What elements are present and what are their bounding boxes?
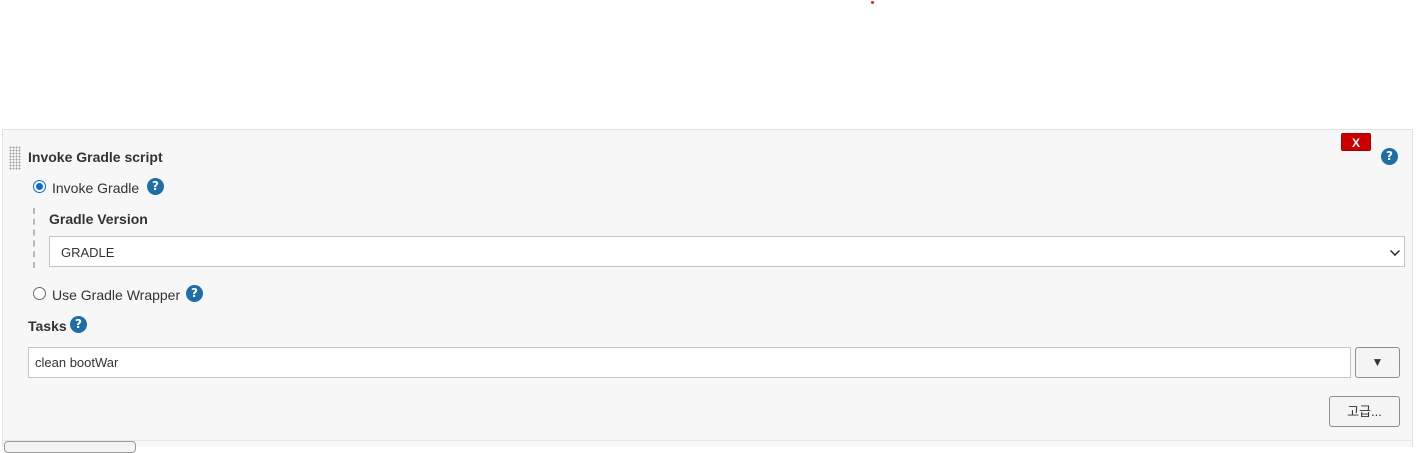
step-help-icon[interactable]: ? [1381,148,1398,165]
tasks-label: Tasks [28,318,67,334]
drag-handle-icon[interactable] [9,146,21,170]
gradle-version-select[interactable]: GRADLE [49,236,1405,267]
invoke-gradle-help-icon[interactable]: ? [147,178,164,195]
gradle-version-label: Gradle Version [49,211,148,227]
gradle-version-selected-value: GRADLE [61,245,115,260]
tasks-input-value: clean bootWar [35,355,119,370]
use-gradle-wrapper-help-icon[interactable]: ? [186,285,203,302]
use-gradle-wrapper-label[interactable]: Use Gradle Wrapper [52,287,180,303]
invoke-gradle-radio[interactable] [33,180,46,193]
advanced-button[interactable]: 고급... [1329,396,1400,427]
panel-divider [2,440,1413,441]
use-gradle-wrapper-radio[interactable] [33,287,46,300]
build-step-title: Invoke Gradle script [28,149,163,165]
delete-step-button[interactable]: X [1341,133,1371,151]
gradle-build-step-panel: Invoke Gradle script X ? Invoke Gradle ?… [2,129,1413,447]
tasks-help-icon[interactable]: ? [70,316,87,333]
chevron-down-icon [1390,246,1400,256]
tasks-input[interactable]: clean bootWar [28,347,1351,378]
triangle-down-icon: ▼ [1371,355,1384,369]
expand-tasks-button[interactable]: ▼ [1355,347,1400,378]
invoke-gradle-label[interactable]: Invoke Gradle [52,180,139,196]
next-section-button-edge[interactable] [4,441,136,453]
nested-section-guide [33,208,35,268]
red-dot-artifact [871,1,874,4]
